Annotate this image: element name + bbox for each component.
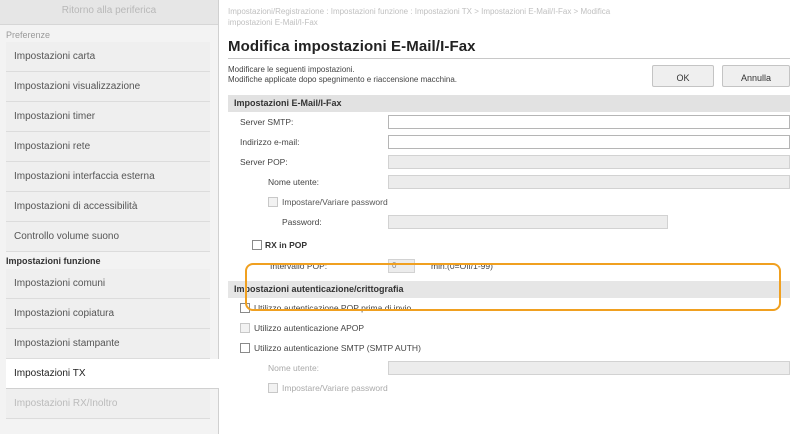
sidebar: Ritorno alla periferica Preferenze Impos… [0, 0, 219, 434]
sidebar-item-rx-forward-settings[interactable]: Impostazioni RX/Inoltro [6, 389, 210, 419]
email-address-row: Indirizzo e-mail: [228, 132, 790, 152]
cancel-button[interactable]: Annulla [722, 65, 790, 87]
rx-in-pop-label: RX in POP [265, 240, 308, 250]
sidebar-item-common-settings[interactable]: Impostazioni comuni [6, 269, 210, 299]
page-title: Modifica impostazioni E-Mail/I-Fax [228, 38, 476, 55]
apop-checkbox[interactable] [240, 323, 250, 333]
sidebar-item-tx-settings[interactable]: Impostazioni TX [6, 359, 219, 389]
pop-server-input[interactable] [388, 155, 790, 169]
auth-set-password-checkbox[interactable] [268, 383, 278, 393]
set-password-checkbox[interactable] [268, 197, 278, 207]
breadcrumb: Impostazioni/Registrazione : Impostazion… [228, 0, 790, 36]
sidebar-item-printer-settings[interactable]: Impostazioni stampante [6, 329, 210, 359]
breadcrumb-line-1[interactable]: Impostazioni/Registrazione : Impostazion… [228, 6, 790, 17]
smtp-auth-checkbox[interactable] [240, 343, 250, 353]
pop-server-row: Server POP: [228, 152, 790, 172]
breadcrumb-line-2: impostazioni E-Mail/I-Fax [228, 18, 318, 27]
apop-row: Utilizzo autenticazione APOP [228, 318, 790, 338]
smtp-server-input[interactable] [388, 115, 790, 129]
sidebar-item-external-interface[interactable]: Impostazioni interfaccia esterna [6, 162, 210, 192]
section-email-ifax-header: Impostazioni E-Mail/I-Fax [228, 95, 790, 112]
sidebar-item-volume[interactable]: Controllo volume suono [6, 222, 210, 252]
rx-in-pop-row: RX in POP [228, 236, 790, 255]
sidebar-item-network-settings[interactable]: Impostazioni rete [6, 132, 210, 162]
sidebar-section-preferences: Preferenze [6, 30, 51, 40]
password-label: Password: [282, 217, 322, 227]
rx-pop-highlight-frame [245, 263, 781, 311]
username-input[interactable] [388, 175, 790, 189]
sidebar-item-accessibility[interactable]: Impostazioni di accessibilità [6, 192, 210, 222]
set-password-label: Impostare/Variare password [282, 197, 388, 207]
smtp-auth-label: Utilizzo autenticazione SMTP (SMTP AUTH) [254, 343, 421, 353]
apop-label: Utilizzo autenticazione APOP [254, 323, 365, 333]
password-input[interactable] [388, 215, 668, 229]
username-label: Nome utente: [268, 177, 320, 187]
email-address-label: Indirizzo e-mail: [240, 137, 300, 147]
smtp-server-label: Server SMTP: [240, 117, 294, 127]
info-box: Modificare le seguenti impostazioni. Mod… [228, 65, 790, 95]
set-password-row: Impostare/Variare password [228, 192, 790, 212]
ok-button[interactable]: OK [652, 65, 714, 87]
auth-set-password-row: Impostare/Variare password [228, 378, 790, 398]
pop-server-label: Server POP: [240, 157, 288, 167]
main-panel: Impostazioni/Registrazione : Impostazion… [228, 0, 790, 398]
auth-username-row: Nome utente: [228, 358, 790, 378]
sidebar-item-timer-settings[interactable]: Impostazioni timer [6, 102, 210, 132]
email-address-input[interactable] [388, 135, 790, 149]
auth-username-label: Nome utente: [268, 363, 320, 373]
username-row: Nome utente: [228, 172, 790, 192]
back-to-device-link[interactable]: Ritorno alla periferica [0, 0, 218, 25]
auth-set-password-label: Impostare/Variare password [282, 383, 388, 393]
sidebar-item-copy-settings[interactable]: Impostazioni copiatura [6, 299, 210, 329]
sidebar-item-display-settings[interactable]: Impostazioni visualizzazione [6, 72, 210, 102]
auth-username-input[interactable] [388, 361, 790, 375]
sidebar-item-paper-settings[interactable]: Impostazioni carta [6, 42, 210, 72]
smtp-auth-row: Utilizzo autenticazione SMTP (SMTP AUTH) [228, 338, 790, 358]
sidebar-section-functions: Impostazioni funzione [6, 256, 101, 266]
title-divider [228, 58, 790, 59]
smtp-server-row: Server SMTP: [228, 112, 790, 132]
password-row: Password: [228, 212, 790, 232]
rx-in-pop-checkbox[interactable] [252, 240, 262, 250]
